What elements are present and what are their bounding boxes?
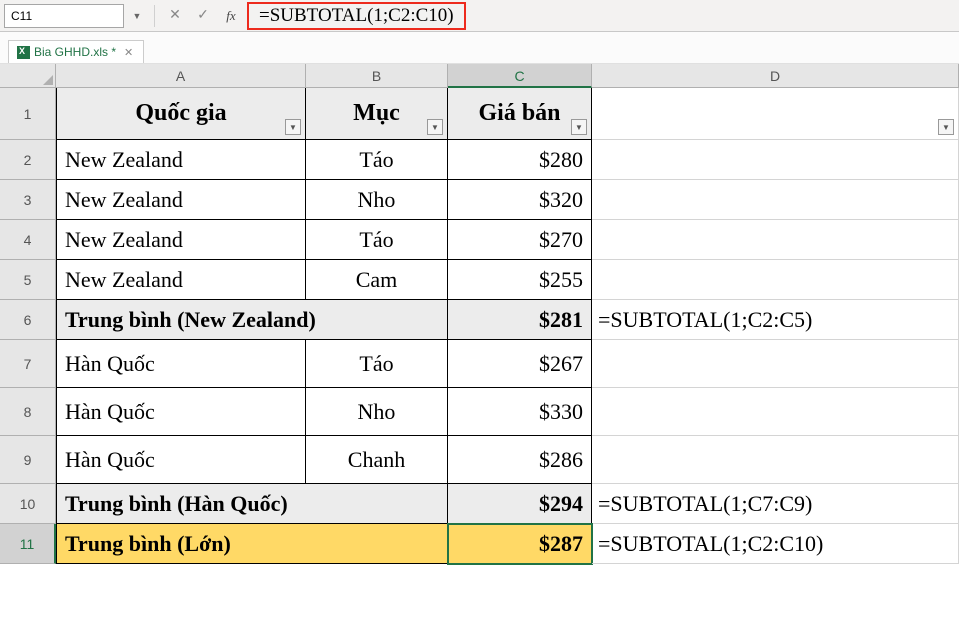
cell-B4[interactable]: Táo bbox=[306, 220, 448, 260]
cell-C5[interactable]: $255 bbox=[448, 260, 592, 300]
cell-B3[interactable]: Nho bbox=[306, 180, 448, 220]
cell-A10[interactable]: Trung bình (Hàn Quốc) bbox=[56, 484, 448, 524]
col-header-D[interactable]: D bbox=[592, 64, 959, 88]
cell-C11-selected[interactable]: $287 bbox=[448, 524, 592, 564]
cell-D8[interactable] bbox=[592, 388, 959, 436]
formula-bar-row: C11 ▼ ✕ ✓ fx =SUBTOTAL(1;C2:C10) bbox=[0, 0, 959, 32]
cell-A3[interactable]: New Zealand bbox=[56, 180, 306, 220]
cell-D5[interactable] bbox=[592, 260, 959, 300]
row-header[interactable]: 2 bbox=[0, 140, 56, 180]
cell-D2[interactable] bbox=[592, 140, 959, 180]
name-box-value: C11 bbox=[11, 9, 32, 23]
filter-icon[interactable]: ▼ bbox=[938, 119, 954, 135]
select-all-corner[interactable] bbox=[0, 64, 56, 88]
cell-C9[interactable]: $286 bbox=[448, 436, 592, 484]
cell-B5[interactable]: Cam bbox=[306, 260, 448, 300]
cell-A9[interactable]: Hàn Quốc bbox=[56, 436, 306, 484]
tab-label: Bia GHHD.xls * bbox=[34, 45, 116, 59]
cell-B7[interactable]: Táo bbox=[306, 340, 448, 388]
workbook-tab[interactable]: Bia GHHD.xls * ✕ bbox=[8, 40, 144, 63]
formula-text: =SUBTOTAL(1;C2:C10) bbox=[259, 5, 454, 27]
formula-input-highlighted[interactable]: =SUBTOTAL(1;C2:C10) bbox=[247, 2, 466, 30]
col-header-A[interactable]: A bbox=[56, 64, 306, 88]
row-header[interactable]: 5 bbox=[0, 260, 56, 300]
cell-A1[interactable]: Quốc gia▼ bbox=[56, 88, 306, 140]
fx-icon[interactable]: fx bbox=[219, 4, 243, 28]
enter-icon[interactable]: ✓ bbox=[191, 4, 215, 28]
cell-C7[interactable]: $267 bbox=[448, 340, 592, 388]
cell-D3[interactable] bbox=[592, 180, 959, 220]
cell-A6[interactable]: Trung bình (New Zealand) bbox=[56, 300, 448, 340]
cell-D10[interactable]: =SUBTOTAL(1;C7:C9) bbox=[592, 484, 959, 524]
cell-D6[interactable]: =SUBTOTAL(1;C2:C5) bbox=[592, 300, 959, 340]
filter-icon[interactable]: ▼ bbox=[285, 119, 301, 135]
cell-A5[interactable]: New Zealand bbox=[56, 260, 306, 300]
cell-D4[interactable] bbox=[592, 220, 959, 260]
row-header[interactable]: 1 bbox=[0, 88, 56, 140]
close-tab-icon[interactable]: ✕ bbox=[124, 46, 133, 59]
cell-A7[interactable]: Hàn Quốc bbox=[56, 340, 306, 388]
row-header[interactable]: 9 bbox=[0, 436, 56, 484]
col-header-C[interactable]: C bbox=[448, 64, 592, 88]
cell-A8[interactable]: Hàn Quốc bbox=[56, 388, 306, 436]
spreadsheet-grid[interactable]: A B C D 1 Quốc gia▼ Mục▼ Giá bán▼ ▼ 2 Ne… bbox=[0, 64, 959, 564]
cell-D7[interactable] bbox=[592, 340, 959, 388]
row-header[interactable]: 8 bbox=[0, 388, 56, 436]
cell-C2[interactable]: $280 bbox=[448, 140, 592, 180]
cell-B9[interactable]: Chanh bbox=[306, 436, 448, 484]
row-header[interactable]: 7 bbox=[0, 340, 56, 388]
cell-C8[interactable]: $330 bbox=[448, 388, 592, 436]
cell-B2[interactable]: Táo bbox=[306, 140, 448, 180]
cell-C1[interactable]: Giá bán▼ bbox=[448, 88, 592, 140]
row-header[interactable]: 6 bbox=[0, 300, 56, 340]
cancel-icon[interactable]: ✕ bbox=[163, 4, 187, 28]
name-box-dropdown[interactable]: ▼ bbox=[128, 4, 146, 28]
col-header-B[interactable]: B bbox=[306, 64, 448, 88]
workbook-tabs: Bia GHHD.xls * ✕ bbox=[0, 32, 959, 64]
excel-icon bbox=[17, 46, 30, 59]
row-header[interactable]: 4 bbox=[0, 220, 56, 260]
row-header[interactable]: 3 bbox=[0, 180, 56, 220]
separator bbox=[154, 5, 155, 27]
filter-icon[interactable]: ▼ bbox=[571, 119, 587, 135]
cell-D9[interactable] bbox=[592, 436, 959, 484]
cell-B1[interactable]: Mục▼ bbox=[306, 88, 448, 140]
cell-A4[interactable]: New Zealand bbox=[56, 220, 306, 260]
row-header[interactable]: 11 bbox=[0, 524, 56, 564]
cell-C3[interactable]: $320 bbox=[448, 180, 592, 220]
cell-A2[interactable]: New Zealand bbox=[56, 140, 306, 180]
cell-D11[interactable]: =SUBTOTAL(1;C2:C10) bbox=[592, 524, 959, 564]
cell-A11[interactable]: Trung bình (Lớn) bbox=[56, 524, 448, 564]
cell-C4[interactable]: $270 bbox=[448, 220, 592, 260]
filter-icon[interactable]: ▼ bbox=[427, 119, 443, 135]
cell-C6[interactable]: $281 bbox=[448, 300, 592, 340]
row-header[interactable]: 10 bbox=[0, 484, 56, 524]
cell-B8[interactable]: Nho bbox=[306, 388, 448, 436]
cell-D1[interactable]: ▼ bbox=[592, 88, 959, 140]
name-box[interactable]: C11 bbox=[4, 4, 124, 28]
cell-C10[interactable]: $294 bbox=[448, 484, 592, 524]
